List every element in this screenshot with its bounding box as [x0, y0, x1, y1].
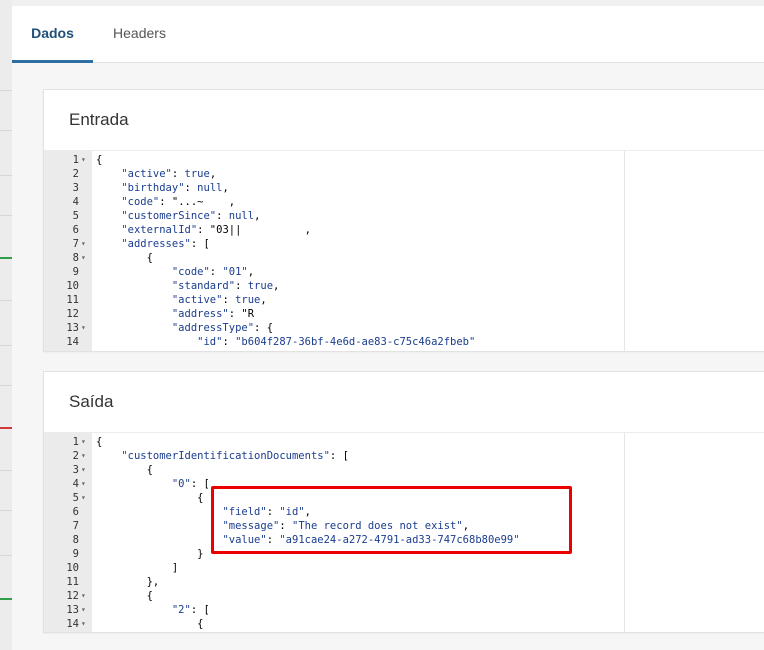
line-number: 6 — [72, 224, 79, 236]
line-number: 7 — [72, 520, 79, 532]
saida-title: Saída — [69, 392, 114, 411]
line-number: 12 — [66, 590, 79, 602]
line-number: 1 — [72, 436, 79, 448]
code-text: { — [96, 436, 103, 448]
code-text: "birthday": null, — [121, 182, 229, 194]
code-text: "addressType": { — [171, 322, 274, 334]
line-number: 11 — [66, 576, 79, 588]
code-text: "0": [ — [171, 478, 210, 490]
code-text: "2": [ — [171, 604, 210, 616]
code-text: "standard": true, — [171, 280, 280, 292]
line-number: 13 — [66, 322, 79, 334]
tab-dados[interactable]: Dados — [12, 6, 93, 63]
entrada-line: 8 ▾ { — [44, 251, 764, 265]
line-number: 3 — [72, 464, 79, 476]
entrada-line: 14 "id": "b604f287-36bf-4e6d-ae83-c75c46… — [44, 335, 764, 349]
fold-arrow-icon[interactable]: ▾ — [81, 251, 91, 265]
line-number: 8 — [72, 252, 79, 264]
entrada-line: 9 "code": "01", — [44, 265, 764, 279]
line-number: 3 — [72, 182, 79, 194]
line-number: 5 — [72, 492, 79, 504]
saida-line: 2 ▾ "customerIdentificationDocuments": [ — [44, 449, 764, 463]
saida-line: 10 ] — [44, 561, 764, 575]
line-number: 10 — [66, 280, 79, 292]
code-text: "customerIdentificationDocuments": [ — [121, 450, 349, 462]
entrada-line: 4 "code": "...~ , — [44, 195, 764, 209]
entrada-line: 12 "address": "R — [44, 307, 764, 321]
line-number: 4 — [72, 196, 79, 208]
fold-arrow-icon[interactable]: ▾ — [81, 321, 91, 335]
code-text: ] — [96, 562, 179, 574]
code-text: "address": "R — [171, 308, 255, 320]
code-text: "code": "01", — [171, 266, 255, 278]
saida-line: 3 ▾ { — [44, 463, 764, 477]
entrada-line: 10 "standard": true, — [44, 279, 764, 293]
code-text: "code": "...~ , — [121, 196, 236, 208]
line-number: 6 — [72, 506, 79, 518]
saida-line: 14 ▾ { — [44, 617, 764, 631]
fold-arrow-icon[interactable]: ▾ — [81, 491, 91, 505]
line-number: 2 — [72, 168, 79, 180]
code-text: } — [96, 548, 204, 560]
entrada-title: Entrada — [69, 110, 129, 129]
entrada-card: Entrada 1 ▾{2 "active": true, 3 "birthday"… — [43, 89, 764, 352]
entrada-line: 7 ▾ "addresses": [ — [44, 237, 764, 251]
code-text: "active": true, — [171, 294, 267, 306]
line-number: 5 — [72, 210, 79, 222]
line-number: 14 — [66, 336, 79, 348]
fold-arrow-icon[interactable]: ▾ — [81, 463, 91, 477]
line-number: 1 — [72, 154, 79, 166]
line-number: 14 — [66, 618, 79, 630]
saida-line: 12 ▾ { — [44, 589, 764, 603]
entrada-line: 13 ▾ "addressType": { — [44, 321, 764, 335]
line-number: 11 — [66, 294, 79, 306]
entrada-line: 1 ▾ { — [44, 153, 764, 167]
entrada-json-editor[interactable]: 1 ▾{2 "active": true, 3 "birthday": null, 4… — [44, 150, 764, 351]
entrada-line: 5 "customerSince": null, — [44, 209, 764, 223]
fold-arrow-icon[interactable]: ▾ — [81, 589, 91, 603]
line-number: 9 — [72, 266, 79, 278]
line-number: 8 — [72, 534, 79, 546]
code-text: }, — [96, 576, 160, 588]
line-number: 12 — [66, 308, 79, 320]
entrada-line: 3 "birthday": null, — [44, 181, 764, 195]
code-text: { — [96, 590, 153, 602]
line-number: 13 — [66, 604, 79, 616]
code-text: "id": "b604f287-36bf-4e6d-ae83-c75c46a2f… — [197, 336, 476, 348]
saida-line: 11 }, — [44, 575, 764, 589]
code-text: "active": true, — [121, 168, 217, 180]
fold-arrow-icon[interactable]: ▾ — [81, 449, 91, 463]
entrada-line: 11 "active": true, — [44, 293, 764, 307]
fold-arrow-icon[interactable]: ▾ — [81, 435, 91, 449]
code-text: { — [96, 618, 204, 630]
fold-arrow-icon[interactable]: ▾ — [81, 617, 91, 631]
code-text: { — [96, 252, 153, 264]
line-number: 9 — [72, 548, 79, 560]
entrada-line: 6 "externalId": "03|| , — [44, 223, 764, 237]
fold-arrow-icon[interactable]: ▾ — [81, 153, 91, 167]
code-text: "customerSince": null, — [121, 210, 261, 222]
code-text: { — [96, 154, 103, 166]
saida-line: 1 ▾ { — [44, 435, 764, 449]
tab-headers[interactable]: Headers — [98, 6, 181, 63]
saida-line: 13 ▾ "2": [ — [44, 603, 764, 617]
fold-arrow-icon[interactable]: ▾ — [81, 237, 91, 251]
code-text: "externalId": "03|| , — [121, 224, 311, 236]
line-number: 7 — [72, 238, 79, 250]
code-text: "addresses": [ — [121, 238, 210, 250]
fold-arrow-icon[interactable]: ▾ — [81, 603, 91, 617]
code-text: { — [96, 492, 204, 504]
error-highlight-box — [211, 486, 572, 554]
fold-arrow-icon[interactable]: ▾ — [81, 477, 91, 491]
line-number: 10 — [66, 562, 79, 574]
line-number: 4 — [72, 478, 79, 490]
code-text: { — [96, 464, 153, 476]
tab-bar: Dados Headers — [12, 0, 764, 63]
entrada-line: 2 "active": true, — [44, 167, 764, 181]
line-number: 2 — [72, 450, 79, 462]
